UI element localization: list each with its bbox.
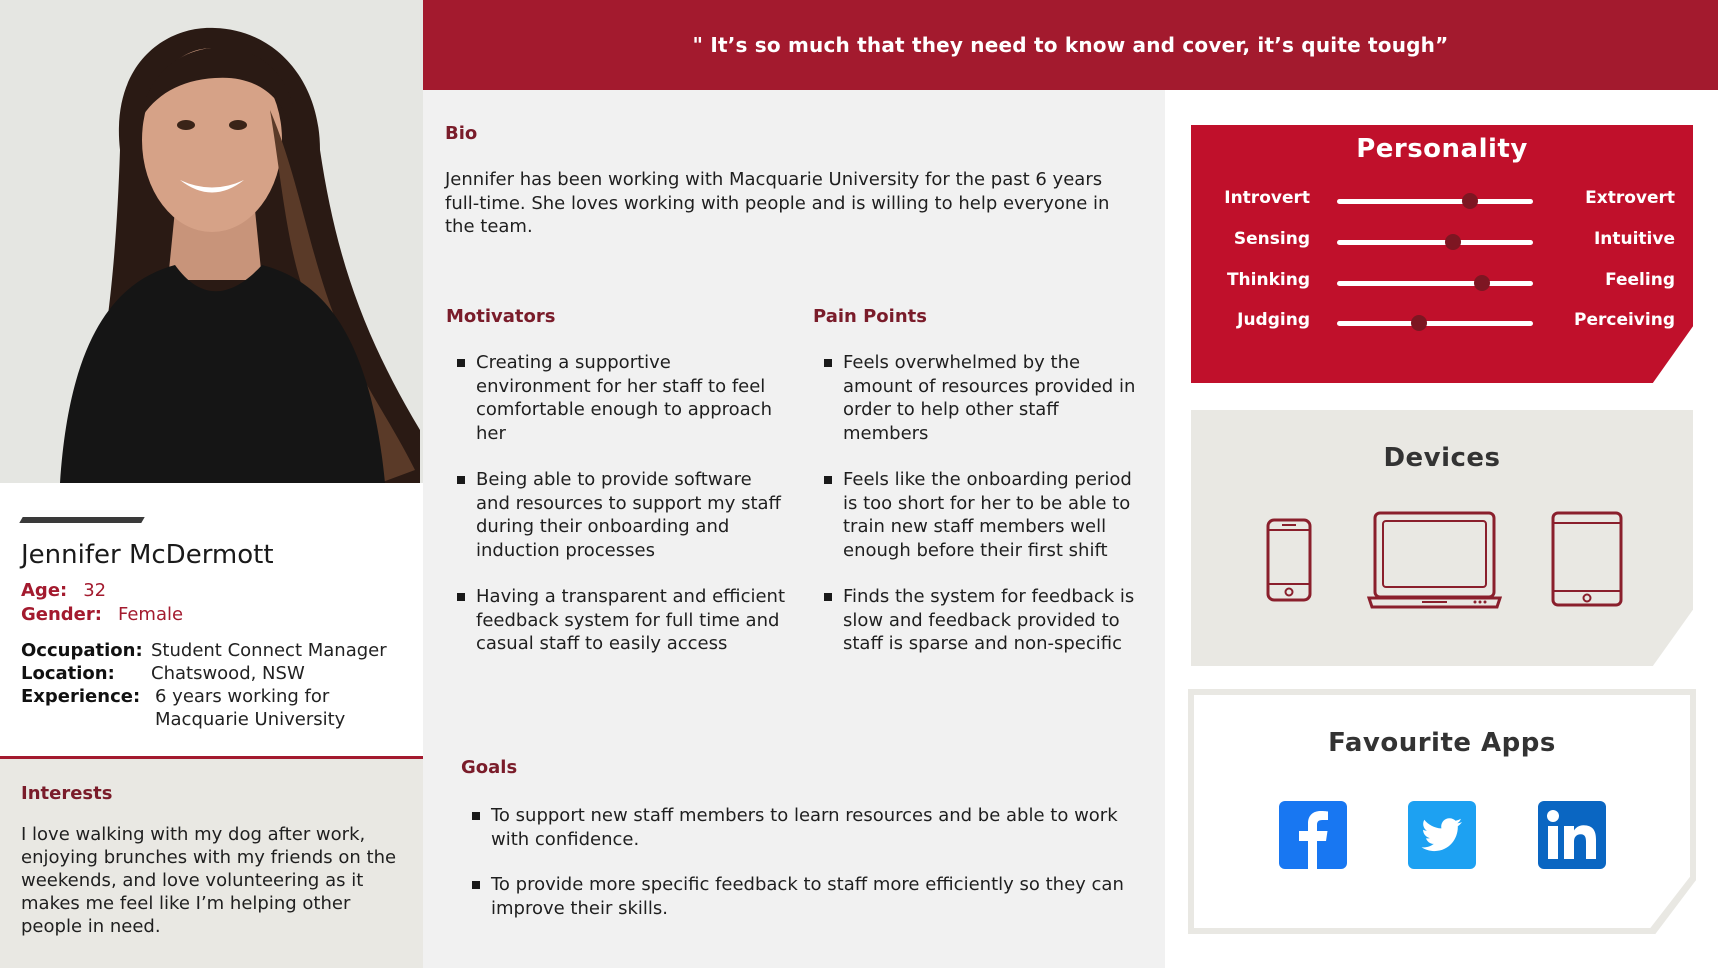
interests-text: I love walking with my dog after work, e… [21, 824, 397, 937]
motivators-title: Motivators [446, 306, 556, 327]
goals-title: Goals [461, 757, 518, 778]
motivators-list: Creating a supportive environment for he… [446, 351, 786, 679]
quote-banner: " It’s so much that they need to know an… [423, 0, 1718, 90]
location-label: Location: [21, 663, 115, 684]
location-value: Chatswood, NSW [151, 663, 305, 684]
slider-thumb [1474, 275, 1491, 291]
pain-points-title: Pain Points [813, 306, 927, 327]
occupation-row: Occupation: Student Connect Manager [21, 640, 387, 661]
gender-row: Gender: Female [21, 604, 183, 625]
bio-text: Jennifer has been working with Macquarie… [445, 169, 1110, 237]
goal-item: To support new staff members to learn re… [461, 804, 1141, 851]
trait-feeling-label: Feeling [1605, 270, 1675, 290]
trait-thinking-label: Thinking [1226, 270, 1310, 290]
experience-value-line2: Macquarie University [155, 709, 346, 730]
experience-value-line1: 6 years working for [155, 686, 330, 707]
card-accent-bar [19, 517, 145, 523]
profile-photo [0, 0, 423, 483]
age-value: 32 [83, 580, 107, 601]
gender-label: Gender: [21, 604, 102, 625]
interests-title: Interests [21, 783, 113, 804]
age-label: Age: [21, 580, 68, 601]
introvert-extrovert-slider [1337, 193, 1533, 209]
persona-name: Jennifer McDermott [21, 540, 274, 570]
judging-perceiving-slider [1337, 315, 1533, 331]
linkedin-icon[interactable] [1538, 801, 1606, 869]
trait-introvert-label: Introvert [1224, 188, 1310, 208]
twitter-icon[interactable] [1408, 801, 1476, 869]
persona-quote: " It’s so much that they need to know an… [692, 33, 1449, 57]
thinking-feeling-slider [1337, 275, 1533, 291]
goals-list: To support new staff members to learn re… [461, 804, 1141, 942]
trait-perceiving-label: Perceiving [1574, 310, 1675, 330]
personality-title: Personality [1356, 134, 1528, 164]
goal-item: To provide more specific feedback to sta… [461, 873, 1141, 920]
location-row: Location: Chatswood, NSW [21, 663, 305, 684]
gender-value: Female [117, 604, 184, 625]
pain-points-list: Feels overwhelmed by the amount of resou… [813, 351, 1148, 679]
motivator-item: Having a transparent and efficient feedb… [446, 585, 786, 656]
bio-title: Bio [445, 123, 478, 144]
occupation-value: Student Connect Manager [151, 640, 387, 661]
slider-thumb [1444, 234, 1461, 250]
experience-row: Experience: 6 years working for [21, 686, 329, 707]
trait-sensing-label: Sensing [1233, 229, 1310, 249]
trait-extrovert-label: Extrovert [1585, 188, 1675, 208]
devices-title: Devices [1383, 443, 1501, 473]
pain-point-item: Finds the system for feedback is slow an… [813, 585, 1148, 656]
facebook-icon[interactable] [1279, 801, 1347, 869]
experience-label: Experience: [21, 686, 141, 707]
age-row: Age: 32 [21, 580, 106, 601]
phone-icon [1266, 518, 1312, 606]
portrait-illustration [0, 0, 423, 483]
motivator-item: Creating a supportive environment for he… [446, 351, 786, 445]
trait-intuitive-label: Intuitive [1593, 229, 1675, 249]
sensing-intuitive-slider [1337, 234, 1533, 250]
motivator-item: Being able to provide software and resou… [446, 468, 786, 562]
trait-judging-label: Judging [1237, 310, 1310, 330]
pain-point-item: Feels like the onboarding period is too … [813, 468, 1148, 562]
tablet-icon [1551, 511, 1623, 611]
occupation-label: Occupation: [21, 640, 143, 661]
pain-point-item: Feels overwhelmed by the amount of resou… [813, 351, 1148, 445]
laptop-icon [1366, 510, 1503, 614]
favourite-apps-title: Favourite Apps [1328, 728, 1556, 758]
